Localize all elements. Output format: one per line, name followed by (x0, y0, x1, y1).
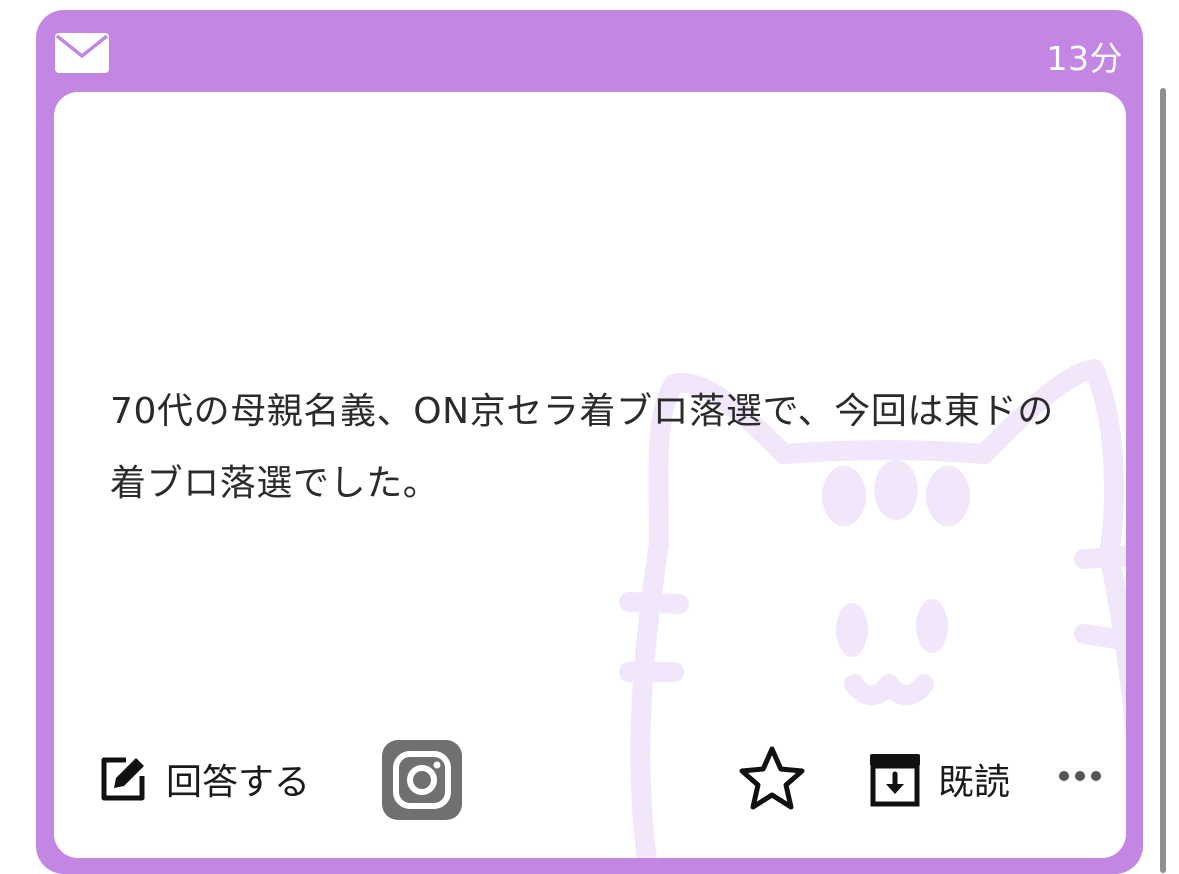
message-text: 70代の母親名義、ON京セラ着ブロ落選で、今回は東ドの着ブロ落選でした。 (110, 391, 1054, 504)
star-icon[interactable] (736, 744, 808, 816)
more-icon[interactable] (1058, 768, 1102, 784)
archive-icon (870, 754, 920, 807)
mark-read-button[interactable]: 既読 (866, 750, 1010, 808)
scrollbar[interactable] (1160, 88, 1166, 873)
read-label: 既読 (938, 762, 1011, 803)
received-time: 13分 (1046, 39, 1123, 78)
message-card: 13分 70代の母親名義、ON京セラ着ブロ落選で、今回は東ドの着ブロ落選でした。 (36, 10, 1143, 874)
instagram-icon[interactable] (382, 740, 462, 820)
message-body: 70代の母親名義、ON京セラ着ブロ落選で、今回は東ドの着ブロ落選でした。 回答す… (54, 92, 1126, 858)
mail-icon (55, 33, 109, 73)
edit-icon (101, 757, 145, 801)
answer-button[interactable]: 回答する (96, 752, 310, 806)
answer-label: 回答する (166, 762, 311, 803)
